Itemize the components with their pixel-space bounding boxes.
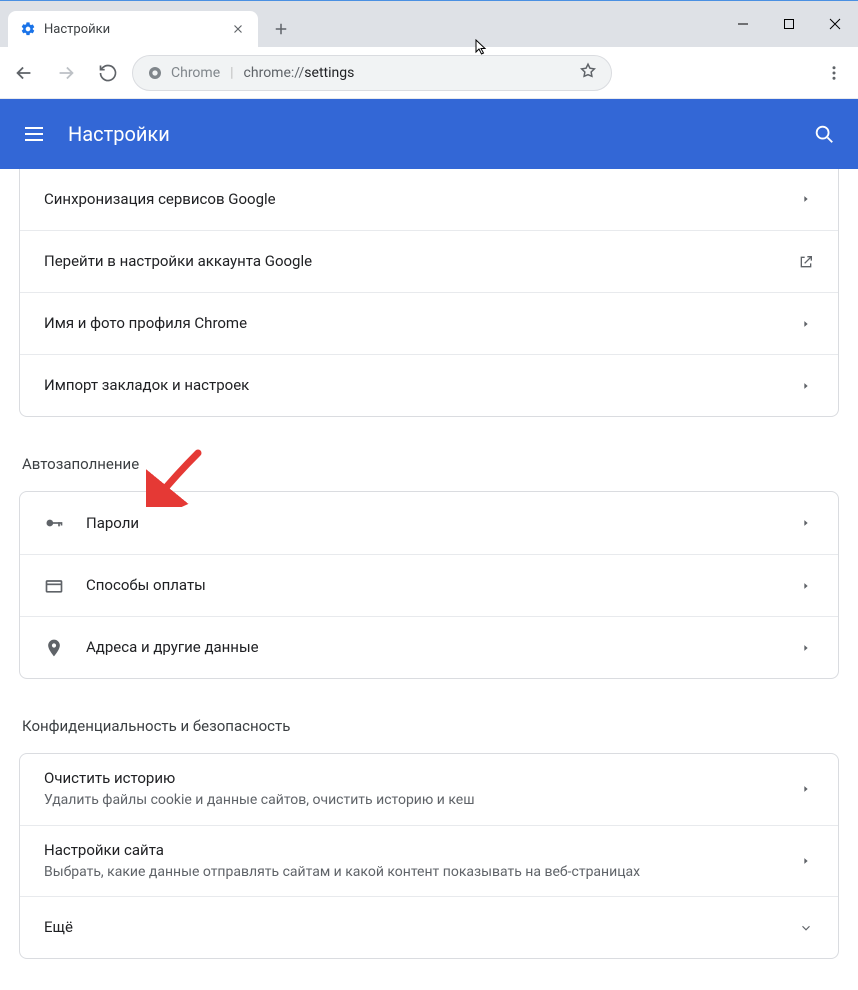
chevron-right-icon xyxy=(798,581,814,591)
browser-toolbar: Chrome | chrome://settings xyxy=(0,47,858,99)
address-bar[interactable]: Chrome | chrome://settings xyxy=(132,55,612,91)
close-window-button[interactable] xyxy=(812,1,858,47)
key-icon xyxy=(44,513,64,533)
row-title: Способы оплаты xyxy=(86,575,776,596)
row-title: Импорт закладок и настроек xyxy=(44,375,776,396)
chevron-right-icon xyxy=(798,518,814,528)
content-scroll[interactable]: Синхронизация сервисов Google Перейти в … xyxy=(0,169,858,990)
row-site-settings[interactable]: Настройки сайта Выбрать, какие данные от… xyxy=(20,825,838,897)
maximize-button[interactable] xyxy=(766,1,812,47)
row-addresses[interactable]: Адреса и другие данные xyxy=(20,616,838,678)
row-google-account[interactable]: Перейти в настройки аккаунта Google xyxy=(20,230,838,292)
row-import-bookmarks[interactable]: Импорт закладок и настроек xyxy=(20,354,838,416)
credit-card-icon xyxy=(44,576,64,596)
row-title: Настройки сайта xyxy=(44,840,776,861)
origin-label: Chrome xyxy=(171,65,220,81)
search-icon[interactable] xyxy=(812,122,836,146)
minimize-button[interactable] xyxy=(720,1,766,47)
chevron-right-icon xyxy=(798,643,814,653)
chevron-right-icon xyxy=(798,784,814,794)
sync-card: Синхронизация сервисов Google Перейти в … xyxy=(19,169,839,417)
bookmark-star-icon[interactable] xyxy=(579,62,597,84)
window-controls xyxy=(720,1,858,47)
chevron-right-icon xyxy=(798,319,814,329)
section-heading-autofill: Автозаполнение xyxy=(22,455,842,473)
row-clear-history[interactable]: Очистить историю Удалить файлы cookie и … xyxy=(20,754,838,825)
row-sync-services[interactable]: Синхронизация сервисов Google xyxy=(20,169,838,230)
row-title: Перейти в настройки аккаунта Google xyxy=(44,251,776,272)
row-more[interactable]: Ещё xyxy=(20,896,838,958)
row-subtitle: Выбрать, какие данные отправлять сайтам … xyxy=(44,863,776,883)
content: Синхронизация сервисов Google Перейти в … xyxy=(0,169,858,990)
settings-header: Настройки xyxy=(0,99,858,169)
row-profile-name[interactable]: Имя и фото профиля Chrome xyxy=(20,292,838,354)
autofill-card: Пароли Способы оплаты Адреса и другие да… xyxy=(19,491,839,679)
tab-title: Настройки xyxy=(44,22,222,37)
row-title: Пароли xyxy=(86,513,776,534)
privacy-card: Очистить историю Удалить файлы cookie и … xyxy=(19,753,839,959)
hamburger-icon[interactable] xyxy=(22,122,46,146)
gear-icon xyxy=(20,21,36,37)
row-title: Имя и фото профиля Chrome xyxy=(44,313,776,334)
row-title: Адреса и другие данные xyxy=(86,637,776,658)
tab-strip: Настройки xyxy=(0,1,858,47)
row-title: Очистить историю xyxy=(44,768,776,789)
row-payment-methods[interactable]: Способы оплаты xyxy=(20,554,838,616)
back-button[interactable] xyxy=(6,55,42,91)
page-title: Настройки xyxy=(68,122,170,146)
separator: | xyxy=(230,65,233,81)
reload-button[interactable] xyxy=(90,55,126,91)
row-title: Ещё xyxy=(44,917,776,938)
chevron-down-icon xyxy=(798,921,814,935)
section-heading-privacy: Конфиденциальность и безопасность xyxy=(22,717,842,735)
chevron-right-icon xyxy=(798,194,814,204)
forward-button[interactable] xyxy=(48,55,84,91)
site-chip: Chrome xyxy=(147,65,220,81)
url-text: chrome://settings xyxy=(244,65,355,81)
location-icon xyxy=(44,638,64,658)
chevron-right-icon xyxy=(798,856,814,866)
close-tab-icon[interactable] xyxy=(230,21,246,37)
row-title: Синхронизация сервисов Google xyxy=(44,189,776,210)
chevron-right-icon xyxy=(798,381,814,391)
menu-button[interactable] xyxy=(816,55,852,91)
external-link-icon xyxy=(798,253,814,271)
row-subtitle: Удалить файлы cookie и данные сайтов, оч… xyxy=(44,791,776,811)
new-tab-button[interactable] xyxy=(264,12,298,46)
row-passwords[interactable]: Пароли xyxy=(20,492,838,554)
browser-tab[interactable]: Настройки xyxy=(8,11,258,47)
